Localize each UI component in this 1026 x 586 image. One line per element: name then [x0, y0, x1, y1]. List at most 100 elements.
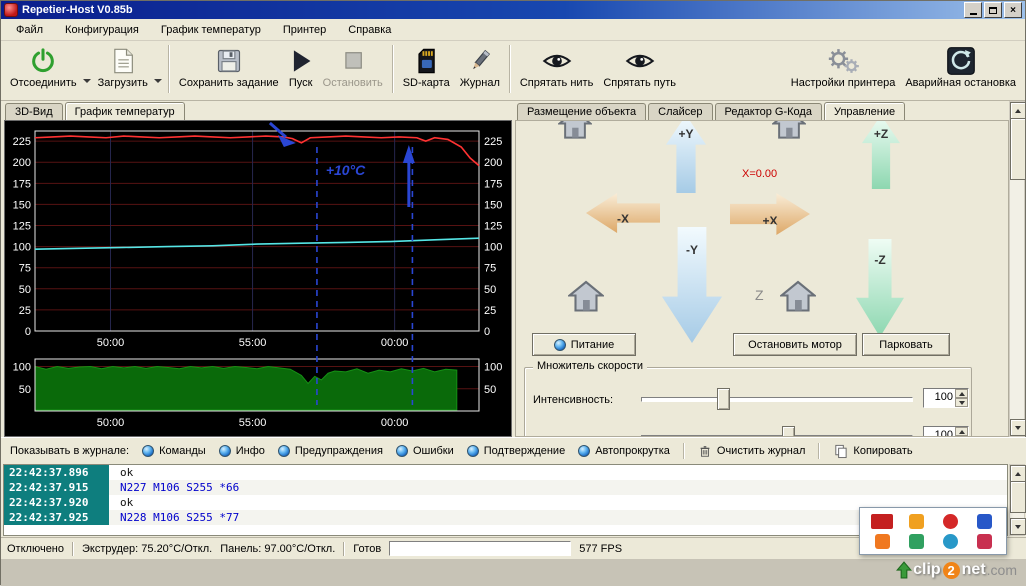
toggle-warnings[interactable]: Предупраждения: [278, 445, 383, 457]
toolbar-separator: [509, 45, 511, 93]
tab-temp-graph[interactable]: График температур: [65, 102, 185, 120]
maximize-button[interactable]: [984, 2, 1002, 18]
slider-thumb[interactable]: [717, 388, 730, 410]
close-button[interactable]: ×: [1004, 2, 1022, 18]
minimize-button[interactable]: [964, 2, 982, 18]
home-y-button[interactable]: [772, 120, 806, 142]
jog-plus-y-button[interactable]: +Y: [666, 120, 706, 193]
scroll-up-button[interactable]: [1010, 102, 1026, 119]
spin-down-button[interactable]: [955, 398, 968, 407]
spin-up-button[interactable]: [955, 389, 968, 398]
menu-config[interactable]: Конфигурация: [54, 21, 150, 39]
led-icon: [142, 445, 154, 457]
load-dropdown[interactable]: [153, 42, 164, 92]
run-button[interactable]: Пуск: [284, 42, 318, 91]
z-axis-label: Z: [755, 287, 764, 303]
save-job-label: Сохранить задание: [179, 77, 279, 89]
toggle-info[interactable]: Инфо: [219, 445, 265, 457]
svg-text:0: 0: [484, 326, 490, 338]
menu-help[interactable]: Справка: [337, 21, 402, 39]
log-row: 22:42:37.920ok: [4, 495, 1007, 510]
clear-log-button[interactable]: Очистить журнал: [698, 443, 806, 459]
svg-text:75: 75: [19, 263, 31, 275]
toggle-ack[interactable]: Подтверждение: [467, 445, 565, 457]
intensity-spinner[interactable]: 100: [923, 388, 969, 408]
home-all-button[interactable]: [568, 279, 604, 315]
disconnect-dropdown[interactable]: [82, 42, 93, 92]
tab-3d-view[interactable]: 3D-Вид: [5, 103, 63, 120]
flow-spinner[interactable]: 100: [923, 426, 969, 437]
printer-settings-button[interactable]: Настройки принтера: [786, 42, 901, 91]
jog-minus-x-button[interactable]: -X: [586, 193, 660, 233]
tab-object-placement[interactable]: Размещение объекта: [517, 103, 646, 120]
toggle-commands[interactable]: Команды: [142, 445, 206, 457]
scroll-down-button[interactable]: [1010, 518, 1026, 535]
intensity-slider[interactable]: [641, 388, 913, 409]
clear-log-label: Очистить журнал: [717, 445, 806, 457]
scroll-thumb[interactable]: [1010, 118, 1026, 180]
jog-plus-x-button[interactable]: +X: [730, 193, 810, 235]
jog-minus-y-button[interactable]: -Y: [662, 227, 722, 343]
menu-file[interactable]: Файл: [5, 21, 54, 39]
app-icon: [4, 3, 18, 17]
tool-icon[interactable]: [977, 534, 992, 549]
control-panel: Размещение объекта Слайсер Редактор G-Ко…: [515, 101, 1009, 437]
tab-manual-control[interactable]: Управление: [824, 102, 905, 120]
power-button[interactable]: Питание: [532, 333, 636, 356]
clip2net-watermark[interactable]: clip 2 net .com: [896, 561, 1017, 579]
scroll-down-button[interactable]: [1010, 419, 1026, 436]
home-x-button[interactable]: [558, 120, 592, 142]
hide-travel-button[interactable]: Спрятать путь: [598, 42, 681, 91]
separator: [818, 443, 820, 459]
save-job-button[interactable]: Сохранить задание: [174, 42, 284, 91]
home-icon: [780, 279, 816, 312]
fps-counter: 577 FPS: [579, 543, 622, 555]
logo-com-text: .com: [987, 562, 1017, 578]
menu-printer[interactable]: Принтер: [272, 21, 337, 39]
jog-minus-z-button[interactable]: -Z: [856, 239, 904, 337]
svg-text:150: 150: [484, 199, 502, 211]
scroll-up-button[interactable]: [1010, 465, 1026, 482]
disconnect-button[interactable]: Отсоединить: [5, 42, 82, 91]
chevron-down-icon: [83, 79, 91, 87]
tool-icon[interactable]: [875, 534, 890, 549]
tool-icon[interactable]: [977, 514, 992, 529]
spin-up-button[interactable]: [955, 427, 968, 436]
stop-icon: [341, 45, 365, 76]
tool-icon[interactable]: [871, 514, 893, 529]
menu-temp-graph[interactable]: График температур: [150, 21, 272, 39]
svg-text:25: 25: [484, 305, 496, 317]
svg-text:100: 100: [484, 362, 502, 374]
hide-filament-button[interactable]: Спрятать нить: [515, 42, 598, 91]
tool-icon[interactable]: [943, 534, 958, 549]
tool-icon[interactable]: [909, 514, 924, 529]
copy-button[interactable]: Копировать: [833, 443, 912, 459]
led-icon: [219, 445, 231, 457]
log-label: Журнал: [460, 77, 500, 89]
toggle-autoscroll[interactable]: Автопрокрутка: [578, 445, 670, 457]
jog-plus-x-label: +X: [762, 214, 777, 228]
tool-icon[interactable]: [943, 514, 958, 529]
load-button[interactable]: Загрузить: [93, 42, 153, 91]
jog-plus-z-button[interactable]: +Z: [862, 120, 900, 189]
led-icon: [578, 445, 590, 457]
toggle-errors[interactable]: Ошибки: [396, 445, 454, 457]
tool-icon[interactable]: [909, 534, 924, 549]
tab-slicer[interactable]: Слайсер: [648, 103, 712, 120]
stop-button[interactable]: Остановить: [318, 42, 388, 91]
gears-icon: [826, 45, 860, 76]
bottom-strip: [1, 559, 1026, 586]
svg-text:150: 150: [13, 199, 31, 211]
emergency-stop-button[interactable]: Аварийная остановка: [900, 42, 1021, 91]
flow-slider[interactable]: [641, 426, 913, 437]
log-button[interactable]: Журнал: [455, 42, 505, 91]
stop-motor-button[interactable]: Остановить мотор: [733, 333, 857, 356]
park-button[interactable]: Парковать: [862, 333, 950, 356]
slider-thumb[interactable]: [782, 426, 795, 437]
triangle-up-icon: [959, 389, 965, 396]
power-led-icon: [554, 339, 566, 351]
sd-card-button[interactable]: SD-карта: [398, 42, 455, 91]
home-z-button[interactable]: [780, 279, 816, 315]
tab-gcode-editor[interactable]: Редактор G-Кода: [715, 103, 822, 120]
scroll-thumb[interactable]: [1010, 481, 1026, 513]
